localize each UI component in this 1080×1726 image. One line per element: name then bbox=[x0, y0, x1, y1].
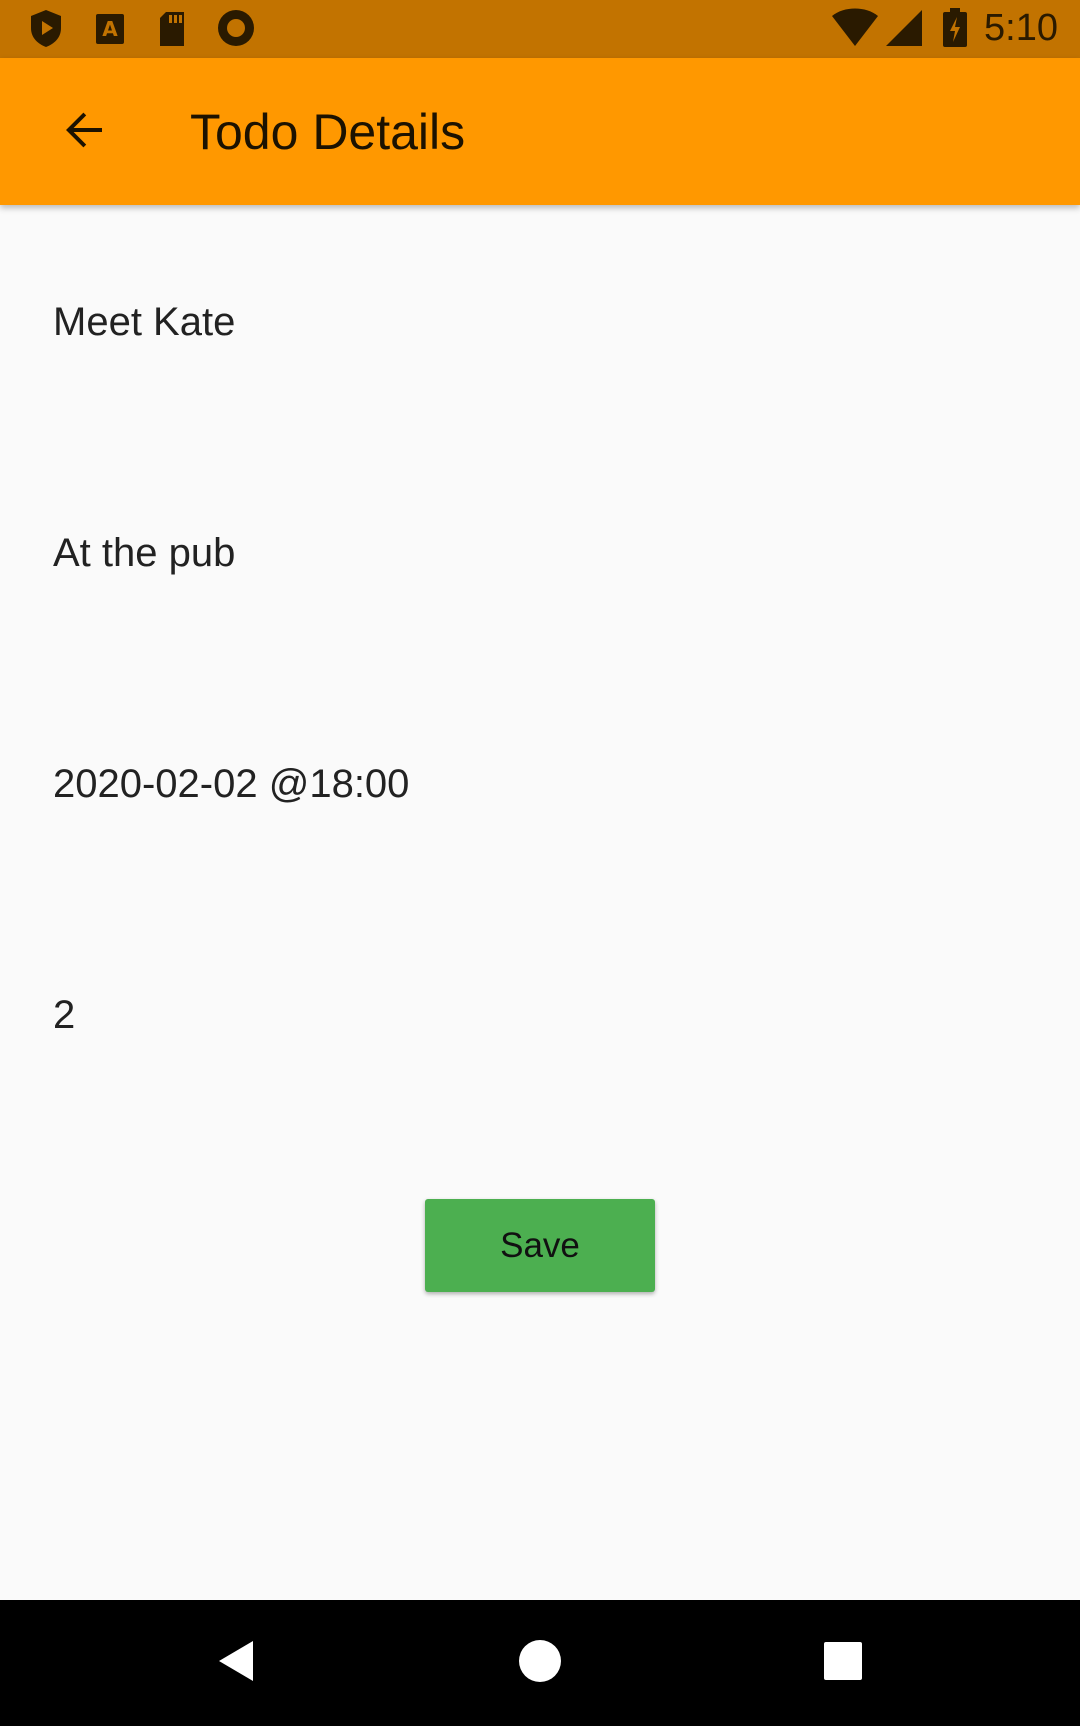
nav-recents-button[interactable] bbox=[810, 1630, 876, 1696]
status-bar: A 5:10 bbox=[0, 0, 1080, 58]
todo-title-field[interactable]: Meet Kate bbox=[53, 298, 1023, 346]
todo-description-field[interactable]: At the pub bbox=[53, 529, 1023, 577]
svg-text:A: A bbox=[102, 17, 118, 41]
cell-signal-icon bbox=[884, 8, 924, 48]
wifi-icon bbox=[830, 8, 880, 48]
system-nav-bar bbox=[0, 1600, 1080, 1726]
nav-home-button[interactable] bbox=[507, 1630, 573, 1696]
todo-priority-field[interactable]: 2 bbox=[53, 991, 1023, 1039]
text-a-icon: A bbox=[94, 8, 126, 48]
record-icon bbox=[216, 8, 256, 48]
recents-square-icon bbox=[820, 1638, 866, 1689]
nav-back-button[interactable] bbox=[203, 1630, 269, 1696]
todo-datetime-field[interactable]: 2020-02-02 @18:00 bbox=[53, 760, 1023, 808]
todo-details-screen: A 5:10 Todo Details Meet Kate At the pub… bbox=[0, 0, 1080, 1726]
save-button[interactable]: Save bbox=[425, 1199, 655, 1292]
app-bar: Todo Details bbox=[0, 58, 1080, 205]
home-circle-icon bbox=[517, 1638, 563, 1689]
sd-card-icon bbox=[156, 8, 188, 48]
arrow-back-icon bbox=[60, 106, 108, 159]
page-title: Todo Details bbox=[190, 104, 466, 160]
shield-play-icon bbox=[28, 8, 64, 48]
status-time: 5:10 bbox=[984, 7, 1058, 49]
battery-charging-icon bbox=[942, 8, 968, 48]
back-triangle-icon bbox=[213, 1638, 259, 1689]
back-button[interactable] bbox=[40, 88, 128, 176]
